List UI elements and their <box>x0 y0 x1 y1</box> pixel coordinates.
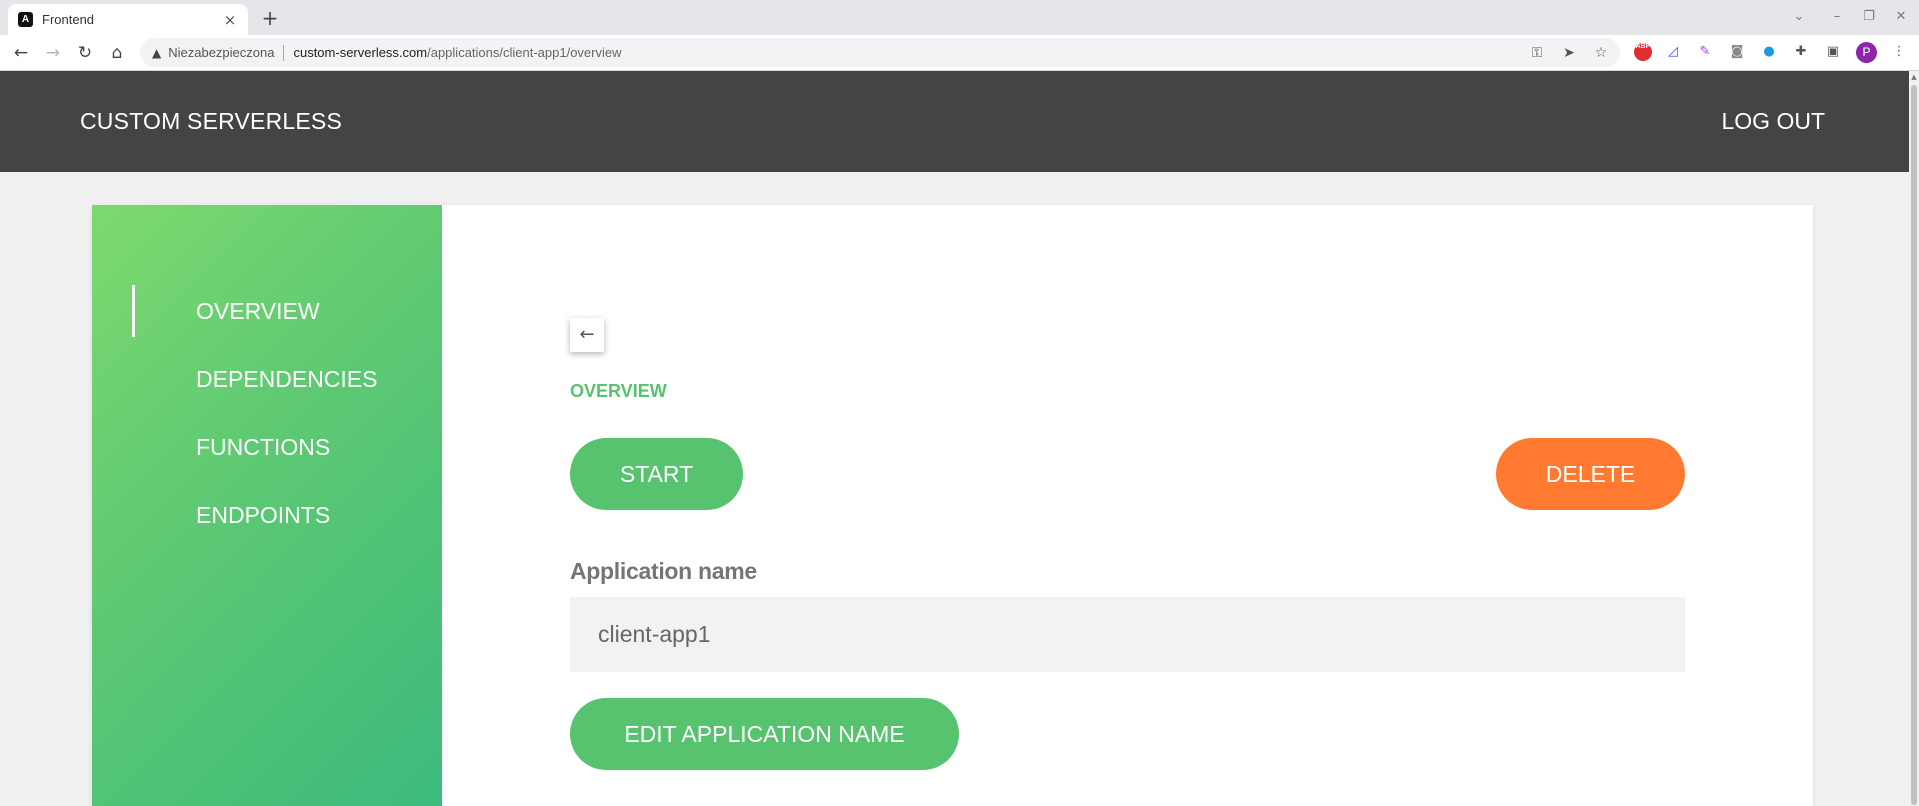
adblock-icon[interactable]: ABP <box>1634 43 1652 61</box>
back-icon[interactable]: ← <box>10 42 32 64</box>
main-content: ← OVERVIEW START DELETE Application name… <box>442 205 1813 806</box>
edit-application-name-button[interactable]: EDIT APPLICATION NAME <box>570 698 959 770</box>
sidebar-item-endpoints[interactable]: ENDPOINTS <box>196 502 330 529</box>
reload-icon[interactable]: ↻ <box>74 42 96 64</box>
sidepanel-icon[interactable]: ▣ <box>1824 43 1842 61</box>
application-name-label: Application name <box>570 558 757 584</box>
new-tab-button[interactable]: + <box>258 6 282 30</box>
home-icon[interactable]: ⌂ <box>106 42 128 64</box>
scroll-up-icon[interactable]: ▲ <box>1910 73 1918 81</box>
star-icon[interactable]: ☆ <box>1592 44 1610 62</box>
close-window-icon[interactable]: ✕ <box>1891 8 1911 26</box>
restore-icon[interactable]: ❐ <box>1859 8 1879 26</box>
page-scrollbar[interactable]: ▲ <box>1909 71 1919 806</box>
sidebar-item-functions[interactable]: FUNCTIONS <box>196 434 330 461</box>
url-path[interactable]: /applications/client-app1/overview <box>427 45 621 60</box>
warning-icon[interactable]: ▲ <box>152 46 161 60</box>
key-icon[interactable]: ⚿ <box>1528 44 1546 62</box>
drop-icon[interactable]: ● <box>1760 43 1778 61</box>
feather-icon[interactable]: ✎ <box>1696 43 1714 61</box>
page-title: OVERVIEW <box>570 381 667 401</box>
profile-avatar[interactable]: P <box>1856 42 1877 63</box>
send-icon[interactable]: ➤ <box>1560 44 1578 62</box>
camera-icon[interactable]: ◙ <box>1728 43 1746 61</box>
tab-search-icon[interactable]: ⌄ <box>1789 8 1809 26</box>
address-bar[interactable]: ▲ Niezabezpieczona custom-serverless.com… <box>140 38 1620 67</box>
app-header: CUSTOM SERVERLESS LOG OUT <box>0 71 1909 172</box>
ruler-icon[interactable]: ◿ <box>1664 43 1682 61</box>
browser-toolbar: ← → ↻ ⌂ ▲ Niezabezpieczona custom-server… <box>0 35 1919 71</box>
tab-title: Frontend <box>42 12 95 27</box>
browser-tab[interactable]: A Frontend × <box>8 4 248 35</box>
delete-button[interactable]: DELETE <box>1496 438 1685 510</box>
forward-icon[interactable]: → <box>42 42 64 64</box>
divider <box>283 44 285 61</box>
page: CUSTOM SERVERLESS LOG OUT OVERVIEW DEPEN… <box>0 71 1909 806</box>
scrollbar-thumb[interactable] <box>1911 85 1917 805</box>
sidebar-item-overview[interactable]: OVERVIEW <box>196 298 320 325</box>
application-name-field[interactable] <box>570 597 1685 672</box>
angular-icon: A <box>18 12 33 27</box>
sidebar: OVERVIEW DEPENDENCIES FUNCTIONS ENDPOINT… <box>92 205 442 806</box>
browser-tabstrip: A Frontend × + ⌄ – ❐ ✕ <box>0 0 1919 35</box>
menu-icon[interactable]: ⋮ <box>1890 43 1908 61</box>
url-host[interactable]: custom-serverless.com <box>293 45 427 60</box>
sidebar-item-dependencies[interactable]: DEPENDENCIES <box>196 366 377 393</box>
application-card: OVERVIEW DEPENDENCIES FUNCTIONS ENDPOINT… <box>92 205 1813 806</box>
minimize-icon[interactable]: – <box>1827 8 1847 26</box>
back-arrow-icon[interactable]: ← <box>570 318 604 352</box>
brand-title[interactable]: CUSTOM SERVERLESS <box>80 108 342 135</box>
extensions-icon[interactable]: ✚ <box>1792 43 1810 61</box>
start-button[interactable]: START <box>570 438 743 510</box>
close-tab-icon[interactable]: × <box>222 12 238 28</box>
active-indicator <box>132 285 135 337</box>
logout-button[interactable]: LOG OUT <box>1721 108 1825 135</box>
security-label[interactable]: Niezabezpieczona <box>168 45 274 60</box>
